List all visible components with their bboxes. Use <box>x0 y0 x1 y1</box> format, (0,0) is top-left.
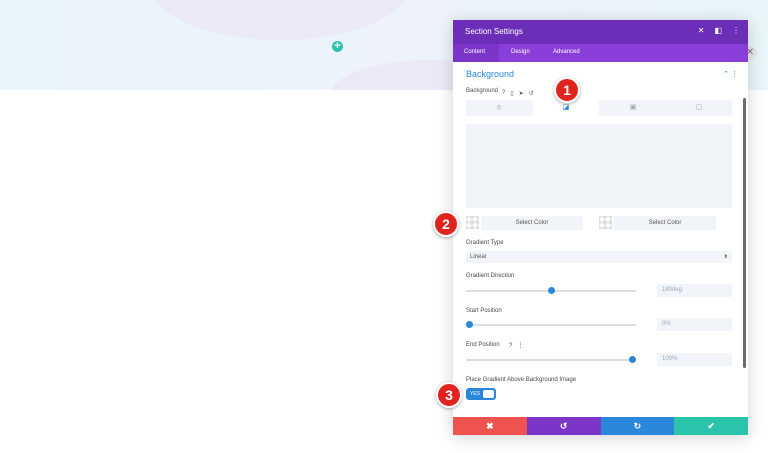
start-position-input[interactable]: 0% <box>657 318 732 331</box>
section-settings-modal: Section Settings ✕ ◧ ⋮ Content Design Ad… <box>453 20 748 435</box>
toggle-knob <box>483 390 494 398</box>
cancel-button[interactable]: ✖ <box>453 417 527 435</box>
place-gradient-label: Place Gradient Above Background Image <box>466 377 577 383</box>
end-position-label: End Position <box>466 342 500 348</box>
modal-title: Section Settings <box>465 27 523 36</box>
gradient-type-label: Gradient Type <box>466 240 504 246</box>
chevron-updown-icon: ⬍ <box>723 254 728 260</box>
save-button[interactable]: ✔ <box>674 417 748 435</box>
gradient-type-select[interactable]: Linear ⬍ <box>466 251 732 263</box>
color-swatch-1[interactable] <box>466 216 479 229</box>
gradient-direction-value: 180deg <box>662 287 683 293</box>
end-position-input[interactable]: 100% <box>657 353 732 366</box>
toggle-label: YES <box>470 391 481 397</box>
step-marker-1: 1 <box>554 77 580 103</box>
snap-icon[interactable]: ◧ <box>714 26 722 35</box>
reset-icon[interactable]: ↺ <box>529 90 534 97</box>
header-icons: ✕ ◧ ⋮ <box>698 26 740 35</box>
tab-advanced[interactable]: Advanced <box>553 49 580 55</box>
select-color-button-1[interactable]: Select Color <box>481 216 583 230</box>
gradient-type-value: Linear <box>470 254 487 260</box>
scrollbar[interactable] <box>743 98 746 368</box>
section-title[interactable]: Background <box>466 69 514 79</box>
decorative-blob <box>150 0 410 40</box>
cursor-icon[interactable]: ➤ <box>519 90 524 97</box>
redo-button[interactable]: ↻ <box>600 417 675 435</box>
gradient-preview <box>466 124 732 208</box>
end-position-help-icons[interactable]: ? ⋮ <box>509 342 523 349</box>
end-position-thumb[interactable] <box>629 356 636 363</box>
start-position-label: Start Position <box>466 308 502 314</box>
start-position-value: 0% <box>662 321 671 327</box>
help-icon[interactable]: ? <box>502 90 505 97</box>
modal-footer: ✖ ↺ ↻ ✔ <box>453 417 748 435</box>
start-position-slider[interactable] <box>466 324 636 326</box>
gradient-direction-label: Gradient Direction <box>466 273 515 279</box>
add-module-button[interactable]: + <box>332 41 343 52</box>
step-marker-3: 3 <box>436 382 462 408</box>
color-swatch-2[interactable] <box>599 216 612 229</box>
close-icon[interactable]: ✕ <box>698 26 705 35</box>
modal-header: Section Settings ✕ ◧ ⋮ <box>453 20 748 44</box>
background-option-icons: ? ▯ ➤ ↺ <box>502 90 534 97</box>
tab-content[interactable]: Content <box>464 49 485 55</box>
undo-button[interactable]: ↺ <box>526 417 601 435</box>
select-color-button-2[interactable]: Select Color <box>614 216 716 230</box>
more-icon[interactable]: ⋮ <box>732 26 740 35</box>
video-icon[interactable]: ▢ <box>666 100 732 116</box>
mobile-icon[interactable]: ▯ <box>510 90 513 97</box>
end-position-value: 100% <box>662 356 678 362</box>
gradient-direction-thumb[interactable] <box>548 287 555 294</box>
background-type-tabs: ⦸ ◪ ▣ ▢ <box>466 100 732 116</box>
modal-tabs: Content Design Advanced <box>453 44 748 62</box>
end-position-slider[interactable] <box>466 359 636 361</box>
place-gradient-toggle[interactable]: YES <box>466 388 496 400</box>
background-label: Background <box>466 88 499 94</box>
image-icon[interactable]: ▣ <box>600 100 666 116</box>
gradient-direction-input[interactable]: 180deg <box>657 284 732 297</box>
tab-design[interactable]: Design <box>511 49 530 55</box>
step-marker-2: 2 <box>433 211 459 237</box>
start-position-thumb[interactable] <box>466 321 473 328</box>
collapse-icon[interactable]: ⌃ ⋮ <box>723 70 738 78</box>
gradient-none-icon[interactable]: ⦸ <box>466 100 532 116</box>
